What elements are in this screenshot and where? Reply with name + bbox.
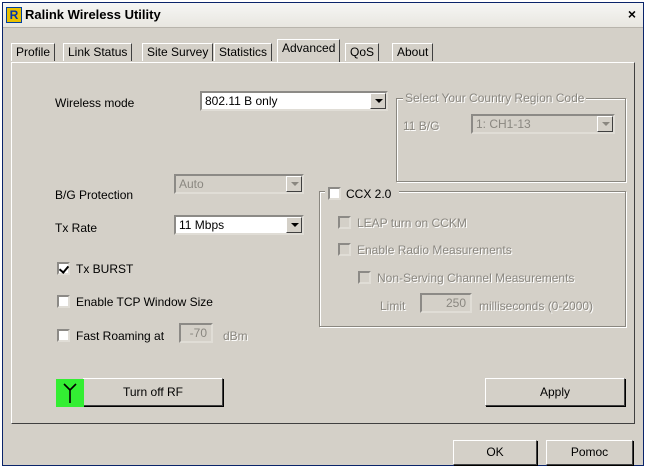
tx-rate-select[interactable]: 11 Mbps: [174, 215, 304, 235]
bg-protection-value: Auto: [179, 177, 204, 191]
chevron-down-icon[interactable]: [286, 217, 302, 233]
leap-label: LEAP turn on CCKM: [357, 216, 467, 230]
country-region-title: Select Your Country Region Code: [403, 91, 587, 105]
tcp-window-label: Enable TCP Window Size: [76, 295, 213, 309]
non-serving-label: Non-Serving Channel Measurements: [377, 271, 575, 285]
country-region-select[interactable]: 1: CH1-13: [471, 114, 615, 134]
tab-link-status[interactable]: Link Status: [63, 43, 133, 61]
chevron-down-icon[interactable]: [286, 176, 302, 192]
turn-off-rf-button[interactable]: Turn off RF: [83, 378, 223, 406]
window-title: Ralink Wireless Utility: [25, 7, 161, 22]
tab-site-survey[interactable]: Site Survey: [142, 43, 214, 61]
help-button[interactable]: Pomoc: [546, 440, 633, 465]
band-label: 11 B/G: [403, 119, 440, 133]
tab-qos[interactable]: QoS: [345, 43, 380, 61]
tx-rate-value: 11 Mbps: [179, 218, 225, 232]
limit-unit: milliseconds (0-2000): [479, 299, 594, 313]
wireless-mode-value: 802.11 B only: [205, 94, 278, 108]
wireless-mode-label: Wireless mode: [55, 96, 135, 110]
non-serving-checkbox[interactable]: [358, 271, 371, 284]
title-bar[interactable]: R Ralink Wireless Utility ×: [3, 3, 643, 28]
tab-about[interactable]: About: [392, 43, 434, 61]
tcp-window-checkbox[interactable]: [57, 295, 70, 308]
wireless-mode-select[interactable]: 802.11 B only: [200, 91, 388, 111]
leap-checkbox[interactable]: [338, 216, 351, 229]
tx-rate-label: Tx Rate: [55, 221, 98, 235]
bg-protection-select[interactable]: Auto: [174, 174, 304, 194]
tx-burst-checkbox[interactable]: [57, 262, 70, 275]
chevron-down-icon[interactable]: [597, 116, 613, 132]
tab-statistics[interactable]: Statistics: [214, 43, 273, 61]
ccx-label: CCX 2.0: [346, 187, 392, 201]
antenna-icon[interactable]: [56, 379, 84, 407]
app-window: R Ralink Wireless Utility × Profile Link…: [2, 2, 644, 466]
close-button[interactable]: ×: [624, 7, 640, 21]
advanced-panel: Wireless mode 802.11 B only Select Your …: [11, 62, 635, 424]
radio-measurements-checkbox[interactable]: [338, 243, 351, 256]
tab-profile[interactable]: Profile: [11, 43, 56, 61]
fast-roaming-checkbox[interactable]: [57, 329, 70, 342]
fast-roaming-label: Fast Roaming at: [76, 329, 165, 343]
country-region-value: 1: CH1-13: [476, 117, 531, 131]
apply-button[interactable]: Apply: [485, 378, 625, 406]
radio-measurements-label: Enable Radio Measurements: [357, 243, 512, 257]
fast-roaming-input[interactable]: -70: [179, 323, 213, 343]
country-region-group: Select Your Country Region Code 11 B/G 1…: [396, 91, 626, 182]
limit-label: Limit: [380, 299, 406, 313]
ok-button[interactable]: OK: [453, 440, 537, 465]
fast-roaming-unit: dBm: [223, 329, 248, 343]
tab-advanced[interactable]: Advanced: [277, 39, 341, 62]
ccx-checkbox[interactable]: [328, 187, 341, 200]
tx-burst-label: Tx BURST: [76, 262, 134, 276]
bg-protection-label: B/G Protection: [55, 188, 134, 202]
limit-input[interactable]: 250: [420, 293, 472, 313]
chevron-down-icon[interactable]: [370, 93, 386, 109]
ralink-logo-icon: R: [6, 7, 22, 23]
